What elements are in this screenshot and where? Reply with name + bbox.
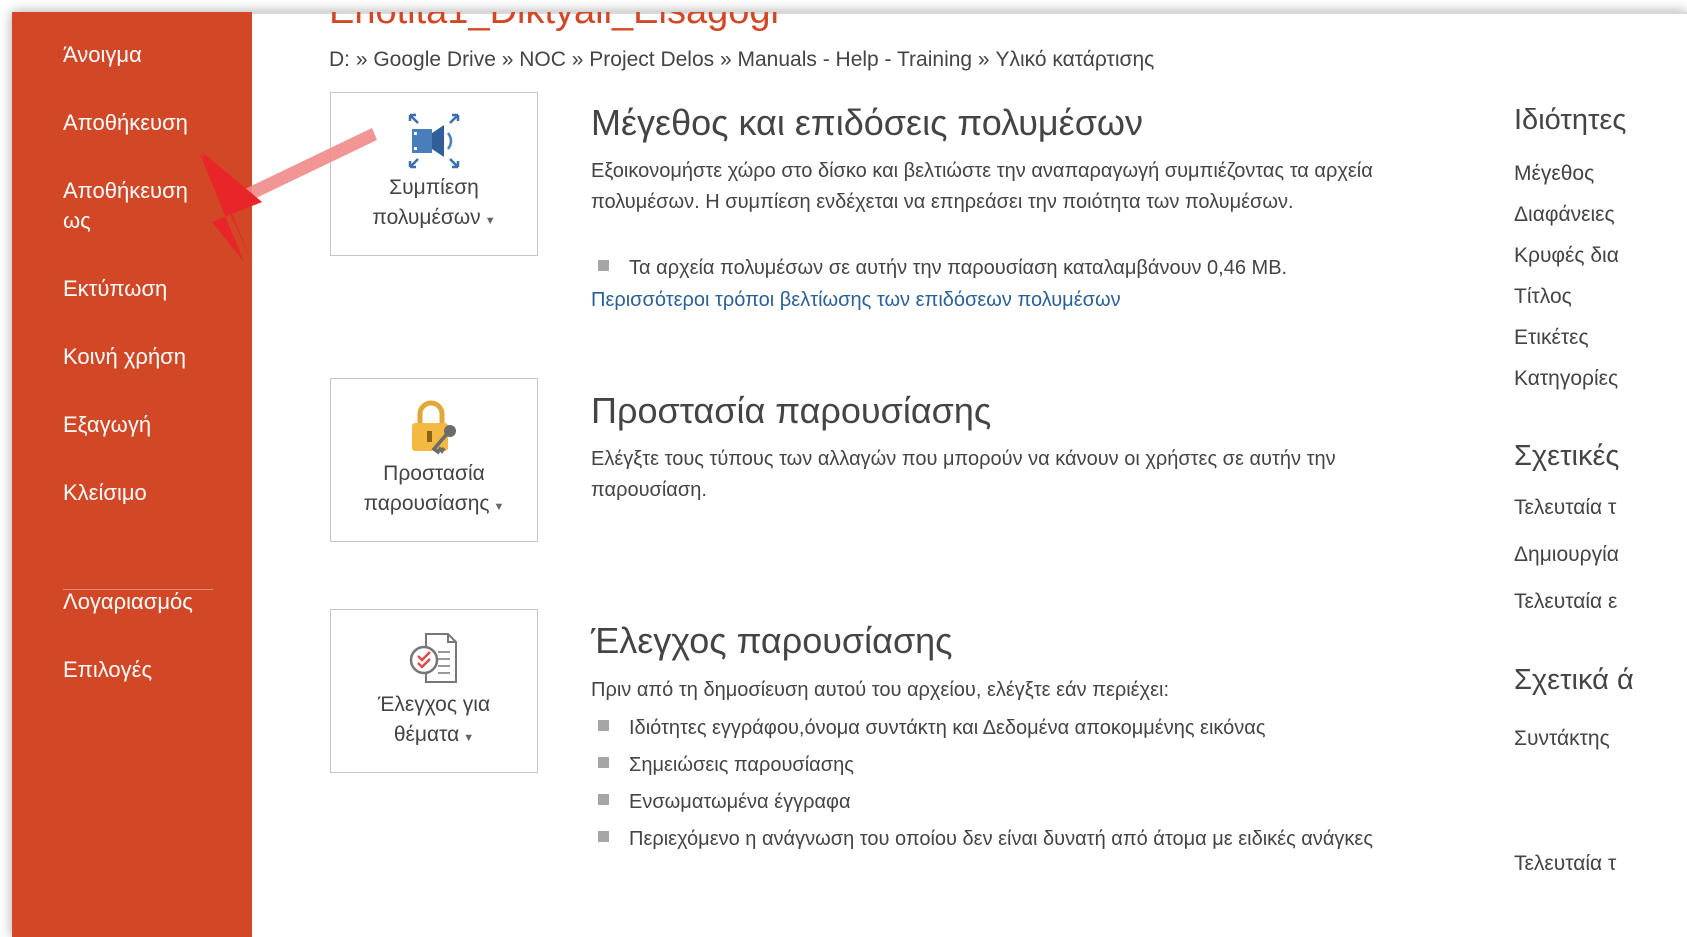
date-label: Τελευταία τ [1514, 496, 1617, 519]
property-label: Μέγεθος [1514, 162, 1595, 185]
date-label: Δημιουργία [1514, 543, 1619, 566]
improve-media-link[interactable]: Περισσότεροι τρόποι βελτίωσης των επιδόσ… [591, 289, 1121, 312]
nav-open[interactable]: Άνοιγμα [63, 40, 142, 70]
info-panel: Enotita1_Diktyali_Eisagogi D: » Google D… [252, 12, 1687, 937]
compress-media-icon [408, 113, 460, 169]
compress-media-label: Συμπίεση πολυμέσων [372, 176, 481, 229]
bullet-square [598, 260, 609, 272]
backstage-sidebar: Άνοιγμα Αποθήκευση Αποθήκευση ως Εκτύπωσ… [12, 12, 252, 937]
nav-share[interactable]: Κοινή χρήση [63, 342, 186, 372]
people-label: Συντάκτης [1514, 727, 1610, 750]
nav-print[interactable]: Εκτύπωση [63, 274, 167, 304]
related-people-heading: Σχετικά ά [1514, 664, 1634, 696]
people-label: Τελευταία τ [1514, 852, 1617, 875]
inspect-item-text: Ιδιότητες εγγράφου,όνομα συντάκτη και Δε… [629, 717, 1266, 739]
inspect-presentation-description: Πριν από τη δημοσίευση αυτού του αρχείου… [591, 679, 1170, 701]
bullet-square [598, 720, 609, 732]
dropdown-caret-icon: ▼ [484, 215, 496, 227]
property-label: Διαφάνειες [1514, 203, 1615, 226]
dropdown-caret-icon: ▼ [493, 501, 505, 513]
protect-presentation-button[interactable]: Προστασία παρουσίασης ▼ [330, 378, 538, 542]
inspect-item: Ιδιότητες εγγράφου,όνομα συντάκτη και Δε… [598, 713, 1265, 744]
nav-save[interactable]: Αποθήκευση [63, 108, 188, 138]
check-issues-icon [409, 633, 457, 683]
media-size-info-text: Τα αρχεία πολυμέσων σε αυτήν την παρουσί… [629, 257, 1288, 279]
media-size-title: Μέγεθος και επιδόσεις πολυμέσων [591, 102, 1144, 143]
property-label: Τίτλος [1514, 285, 1572, 308]
dropdown-caret-icon: ▼ [463, 732, 475, 744]
nav-account[interactable]: Λογαριασμός [63, 587, 193, 617]
inspect-item-text: Περιεχόμενο η ανάγνωση του οποίου δεν εί… [629, 828, 1373, 850]
compress-media-button[interactable]: Συμπίεση πολυμέσων ▼ [330, 92, 538, 256]
properties-heading[interactable]: Ιδιότητες [1514, 104, 1626, 137]
inspect-item-text: Σημειώσεις παρουσίασης [629, 754, 854, 776]
media-size-description: Εξοικονομήστε χώρο στο δίσκο και βελτιώσ… [591, 160, 1373, 213]
breadcrumb[interactable]: D: » Google Drive » NOC » Project Delos … [329, 48, 1154, 72]
document-title: Enotita1_Diktyali_Eisagogi [329, 12, 779, 33]
inspect-item: Σημειώσεις παρουσίασης [598, 750, 854, 781]
nav-options[interactable]: Επιλογές [63, 655, 152, 685]
property-label: Ετικέτες [1514, 326, 1589, 349]
bullet-square [598, 757, 609, 769]
inspect-presentation-title: Έλεγχος παρουσίασης [591, 620, 953, 661]
bullet-square [598, 794, 609, 806]
check-for-issues-button[interactable]: Έλεγχος για θέματα ▼ [330, 609, 538, 773]
nav-save-as[interactable]: Αποθήκευση ως [63, 176, 188, 236]
related-dates-heading: Σχετικές [1514, 440, 1620, 472]
inspect-item: Περιεχόμενο η ανάγνωση του οποίου δεν εί… [598, 824, 1459, 855]
bullet-square [598, 831, 609, 843]
inspect-item-text: Ενσωματωμένα έγγραφα [629, 791, 851, 813]
inspect-item: Ενσωματωμένα έγγραφα [598, 787, 851, 818]
nav-export[interactable]: Εξαγωγή [63, 410, 151, 440]
property-label: Κατηγορίες [1514, 367, 1619, 390]
property-label: Κρυφές δια [1514, 244, 1619, 267]
protect-presentation-title: Προστασία παρουσίασης [591, 390, 992, 431]
lock-key-icon [412, 400, 456, 455]
protect-presentation-label: Προστασία παρουσίασης [363, 462, 490, 515]
backstage-window: Άνοιγμα Αποθήκευση Αποθήκευση ως Εκτύπωσ… [12, 12, 1687, 937]
nav-close[interactable]: Κλείσιμο [63, 478, 147, 508]
date-label: Τελευταία ε [1514, 590, 1618, 613]
media-size-info: Τα αρχεία πολυμέσων σε αυτήν την παρουσί… [598, 253, 1287, 284]
protect-presentation-description: Ελέγξτε τους τύπους των αλλαγών που μπορ… [591, 448, 1336, 501]
